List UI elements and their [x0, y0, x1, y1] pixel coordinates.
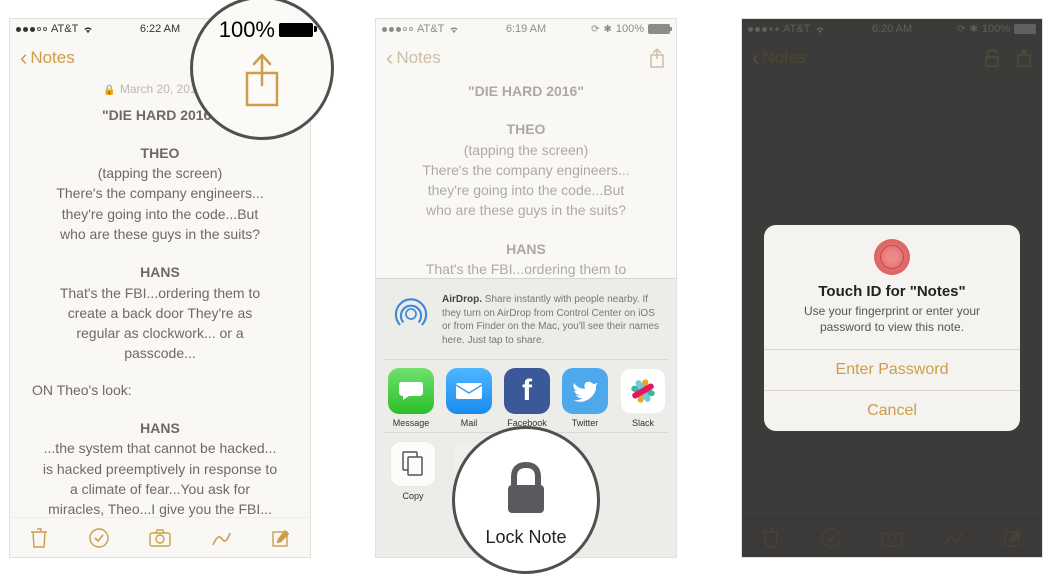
dialog-line: There's the company engineers...	[398, 160, 654, 180]
alert-title: Touch ID for "Notes"	[764, 283, 1020, 300]
share-apps-row: Message Mail f Facebook Twitter Slack	[384, 359, 668, 432]
speaker-label: THEO	[398, 119, 654, 139]
clock-label: 6:19 AM	[376, 23, 676, 35]
battery-percent-label: 100%	[219, 17, 275, 43]
stage-direction: ON Theo's look:	[32, 380, 288, 400]
slack-icon	[628, 376, 658, 406]
back-button[interactable]: ‹ Notes	[386, 47, 441, 69]
airdrop-text: AirDrop. Share instantly with people nea…	[442, 293, 662, 347]
battery-icon	[279, 23, 313, 37]
speaker-label: THEO	[32, 143, 288, 163]
speaker-label: HANS	[32, 418, 288, 438]
checklist-icon[interactable]	[88, 527, 110, 549]
share-twitter-button[interactable]: Twitter	[562, 368, 608, 428]
touch-id-alert: Touch ID for "Notes" Use your fingerprin…	[764, 225, 1020, 431]
app-label: Message	[393, 418, 430, 428]
dialog-line: There's the company engineers...	[32, 183, 288, 203]
dialog-line: That's the FBI...ordering them to	[398, 259, 654, 279]
speaker-label: HANS	[398, 239, 654, 259]
dialog-line: is hacked preemptively in response to	[32, 459, 288, 479]
twitter-icon	[571, 380, 599, 402]
note-content: "DIE HARD 2016" THEO (tapping the screen…	[376, 77, 676, 279]
status-bar: AT&T 6:19 AM ⟳ ✱ 100%	[376, 19, 676, 39]
action-label: Copy	[402, 491, 423, 501]
app-label: Slack	[632, 418, 654, 428]
dialog-line: create a back door They're as	[32, 303, 288, 323]
cancel-button[interactable]: Cancel	[764, 390, 1020, 431]
lock-icon	[496, 457, 556, 517]
airdrop-icon	[390, 293, 432, 335]
dialog-line: That's the FBI...ordering them to	[32, 283, 288, 303]
message-icon	[397, 380, 425, 402]
share-icon[interactable]	[237, 51, 287, 111]
alert-body: Use your fingerprint or enter your passw…	[764, 300, 1020, 349]
enter-password-button[interactable]: Enter Password	[764, 349, 1020, 390]
chevron-left-icon: ‹	[386, 47, 393, 69]
battery-icon	[648, 24, 670, 34]
share-slack-button[interactable]: Slack	[620, 368, 666, 428]
dialog-line: they're going into the code...But	[398, 180, 654, 200]
app-label: Twitter	[572, 418, 599, 428]
share-message-button[interactable]: Message	[388, 368, 434, 428]
share-icon[interactable]	[648, 47, 666, 69]
screenshot-3: AT&T 6:20 AM ⟳ ✱ 100% ‹ Notes Touch ID f…	[741, 18, 1043, 558]
stage-direction: (tapping the screen)	[398, 140, 654, 160]
dialog-line: regular as clockwork... or a	[32, 323, 288, 343]
airdrop-section[interactable]: AirDrop. Share instantly with people nea…	[384, 289, 668, 359]
callout-battery-share: 100%	[190, 0, 334, 140]
touch-id-icon	[874, 239, 910, 275]
camera-icon[interactable]	[148, 528, 172, 548]
callout-lock-note: Lock Note	[452, 426, 600, 574]
compose-icon[interactable]	[271, 528, 291, 548]
back-label: Notes	[30, 48, 74, 68]
share-mail-button[interactable]: Mail	[446, 368, 492, 428]
facebook-icon: f	[522, 374, 532, 408]
copy-button[interactable]: Copy	[388, 441, 438, 501]
copy-icon	[400, 449, 426, 479]
lock-icon: 🔒	[103, 85, 115, 96]
app-label: Mail	[461, 418, 478, 428]
back-label: Notes	[396, 48, 440, 68]
sketch-icon[interactable]	[210, 527, 232, 549]
back-button[interactable]: ‹ Notes	[20, 47, 75, 69]
lock-note-label: Lock Note	[485, 527, 566, 548]
dialog-line: who are these guys in the suits?	[398, 200, 654, 220]
note-content[interactable]: 🔒March 20, 2016 at "DIE HARD 2016" THEO …	[10, 77, 310, 558]
chevron-left-icon: ‹	[20, 47, 27, 69]
dialog-line: a climate of fear...You ask for	[32, 479, 288, 499]
dialog-line: passcode...	[32, 343, 288, 363]
bottom-toolbar	[10, 517, 310, 557]
stage-direction: (tapping the screen)	[32, 163, 288, 183]
speaker-label: HANS	[32, 262, 288, 282]
share-facebook-button[interactable]: f Facebook	[504, 368, 550, 428]
dialog-line: they're going into the code...But	[32, 204, 288, 224]
dialog-line: who are these guys in the suits?	[32, 224, 288, 244]
note-title: "DIE HARD 2016"	[398, 81, 654, 101]
nav-bar: ‹ Notes	[376, 39, 676, 77]
dialog-line: ...the system that cannot be hacked...	[32, 438, 288, 458]
mail-icon	[454, 381, 484, 401]
trash-icon[interactable]	[29, 527, 49, 549]
